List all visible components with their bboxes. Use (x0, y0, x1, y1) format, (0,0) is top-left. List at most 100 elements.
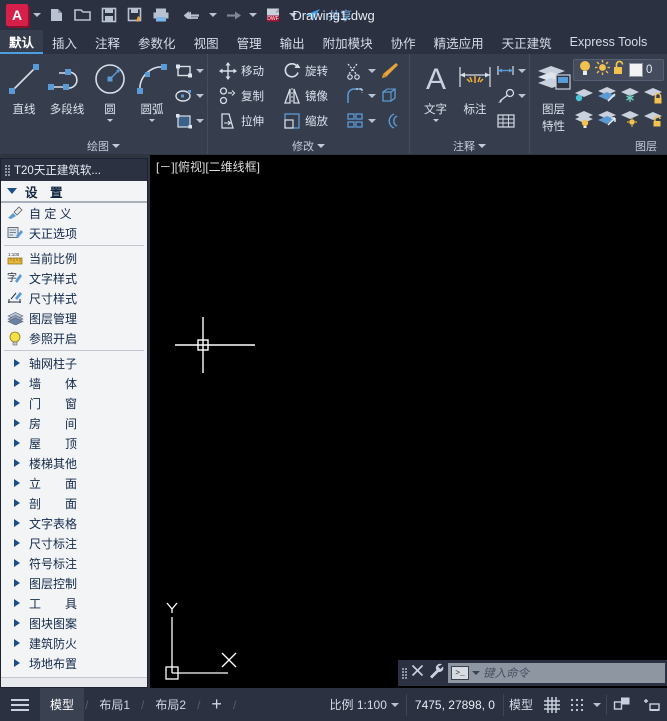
redo-icon[interactable] (220, 3, 246, 27)
chevron-down-icon[interactable] (7, 188, 17, 194)
hatch-icon[interactable] (173, 110, 195, 132)
tab-tangent-architecture[interactable]: 天正建筑 (493, 30, 561, 54)
tab-addins[interactable]: 附加模块 (314, 30, 382, 54)
modify-rotate-button[interactable]: 旋转 (280, 59, 342, 83)
chevron-right-icon[interactable] (14, 499, 20, 507)
grid-display-icon[interactable] (538, 688, 566, 721)
drawing-canvas[interactable]: [－][俯视][二维线框] (150, 155, 667, 688)
palette-header[interactable]: T20天正建筑软... (1, 159, 147, 181)
erase-icon[interactable] (378, 60, 400, 82)
array-dropdown-icon[interactable] (368, 119, 376, 123)
chevron-right-icon[interactable] (14, 439, 20, 447)
open-file-icon[interactable] (70, 3, 96, 27)
palette-tree-roof[interactable]: 屋 顶 (1, 433, 147, 453)
modify-move-button[interactable]: 移动 (216, 59, 278, 83)
current-layer-state-strip[interactable]: 0 (573, 59, 664, 81)
chevron-right-icon[interactable] (14, 479, 20, 487)
ellipse-icon[interactable] (173, 85, 195, 107)
color-swatch-icon[interactable] (629, 63, 643, 77)
space-indicator[interactable]: 模型 (504, 688, 538, 721)
trim-dropdown-icon[interactable] (368, 69, 376, 73)
panel-layers-title[interactable]: 图层 (530, 137, 667, 154)
palette-tree-elevation[interactable]: 立 面 (1, 473, 147, 493)
close-icon[interactable] (411, 664, 424, 682)
trim-icon[interactable] (344, 60, 366, 82)
chevron-right-icon[interactable] (14, 619, 20, 627)
hamburger-icon[interactable] (0, 698, 40, 711)
chevron-right-icon[interactable] (14, 519, 20, 527)
tab-output[interactable]: 输出 (271, 30, 314, 54)
chevron-right-icon[interactable] (14, 419, 20, 427)
palette-tree-symbol[interactable]: 符号标注 (1, 553, 147, 573)
palette-tree-text-table[interactable]: 文字表格 (1, 513, 147, 533)
palette-tree-wall[interactable]: 墙 体 (1, 373, 147, 393)
palette-tree-door-window[interactable]: 门 窗 (1, 393, 147, 413)
app-logo-icon[interactable]: A (6, 4, 28, 26)
chevron-right-icon[interactable] (14, 579, 20, 587)
layer-freeze-icon[interactable] (619, 83, 641, 105)
draw-circle-dropdown-icon[interactable] (107, 119, 113, 122)
palette-tree-fire-protection[interactable]: 建筑防火 (1, 633, 147, 653)
tab-default[interactable]: 默认 (0, 30, 44, 54)
array-icon[interactable] (344, 110, 366, 132)
command-history-dropdown-icon[interactable] (472, 671, 480, 675)
panel-modify-expand-icon[interactable] (317, 143, 325, 148)
palette-tree-axis-columns[interactable]: 轴网柱子 (1, 353, 147, 373)
layout-tab-layout1[interactable]: 布局1 (89, 688, 140, 721)
tab-parametric[interactable]: 参数化 (129, 30, 185, 54)
command-input[interactable]: >_ 键入命令 (448, 663, 665, 683)
modify-stretch-button[interactable]: 拉伸 (216, 109, 278, 133)
chevron-right-icon[interactable] (14, 459, 20, 467)
palette-item-layer-manager[interactable]: 图层管理 (1, 308, 147, 328)
chevron-right-icon[interactable] (14, 659, 20, 667)
fillet-icon[interactable] (344, 85, 366, 107)
panel-annotation-expand-icon[interactable] (478, 143, 486, 148)
modify-scale-button[interactable]: 缩放 (280, 109, 342, 133)
layout-tab-layout2[interactable]: 布局2 (145, 688, 196, 721)
dwf-icon[interactable]: DWF (260, 3, 286, 27)
tab-featured-apps[interactable]: 精选应用 (425, 30, 493, 54)
hatch-dropdown-icon[interactable] (196, 119, 204, 123)
modify-copy-button[interactable]: 复制 (216, 84, 278, 108)
palette-tree-layer-control[interactable]: 图层控制 (1, 573, 147, 593)
tab-view[interactable]: 视图 (185, 30, 228, 54)
palette-item-xref-on[interactable]: 参照开启 (1, 328, 147, 348)
lightbulb-on-icon[interactable] (578, 60, 592, 81)
layer-off-icon[interactable] (573, 83, 595, 105)
share-icon[interactable] (300, 3, 326, 27)
layer-on-icon[interactable] (573, 107, 595, 129)
palette-tree-section[interactable]: 剖 面 (1, 493, 147, 513)
annotation-text-dropdown-icon[interactable] (432, 119, 439, 122)
palette-body[interactable]: 设 置 自 定 义 天正选项 1:100 当前比例 字 文字样式 尺寸样式 图层… (1, 181, 147, 677)
fillet-dropdown-icon[interactable] (368, 94, 376, 98)
palette-tree-tools[interactable]: 工 具 (1, 593, 147, 613)
annotation-dimension-button[interactable]: 标注 (455, 58, 495, 117)
linear-dim-icon[interactable] (495, 60, 517, 82)
add-workspace-icon[interactable] (637, 688, 667, 721)
chevron-right-icon[interactable] (14, 559, 20, 567)
rectangle-dropdown-icon[interactable] (196, 69, 204, 73)
undo-dropdown-icon[interactable] (206, 4, 220, 26)
tab-insert[interactable]: 插入 (43, 30, 86, 54)
layer-unlock-icon[interactable] (642, 107, 664, 129)
ortho-icon[interactable] (607, 688, 637, 721)
panel-modify-title[interactable]: 修改 (208, 137, 409, 154)
palette-item-dim-style[interactable]: 尺寸样式 (1, 288, 147, 308)
layer-lock-icon[interactable] (642, 83, 664, 105)
palette-drag-handle[interactable] (5, 164, 10, 176)
command-line-drag-handle[interactable] (402, 667, 407, 679)
tab-annotate[interactable]: 注释 (86, 30, 129, 54)
palette-tree-room[interactable]: 房 间 (1, 413, 147, 433)
palette-tree-stairs-other[interactable]: 楼梯其他 (1, 453, 147, 473)
chevron-right-icon[interactable] (14, 539, 20, 547)
save-as-icon[interactable] (122, 3, 148, 27)
layer-isolate-icon[interactable] (596, 83, 618, 105)
annotation-scale-dropdown-icon[interactable] (390, 702, 399, 707)
palette-item-current-scale[interactable]: 1:100 当前比例 (1, 248, 147, 268)
current-layer-name[interactable]: 0 (646, 64, 652, 76)
draw-arc-button[interactable]: 圆弧 (131, 58, 173, 122)
tab-collaborate[interactable]: 协作 (382, 30, 425, 54)
palette-tree-dimension[interactable]: 尺寸标注 (1, 533, 147, 553)
quick-access-dropdown-icon[interactable] (30, 4, 44, 26)
sun-thaw-icon[interactable] (595, 60, 610, 80)
